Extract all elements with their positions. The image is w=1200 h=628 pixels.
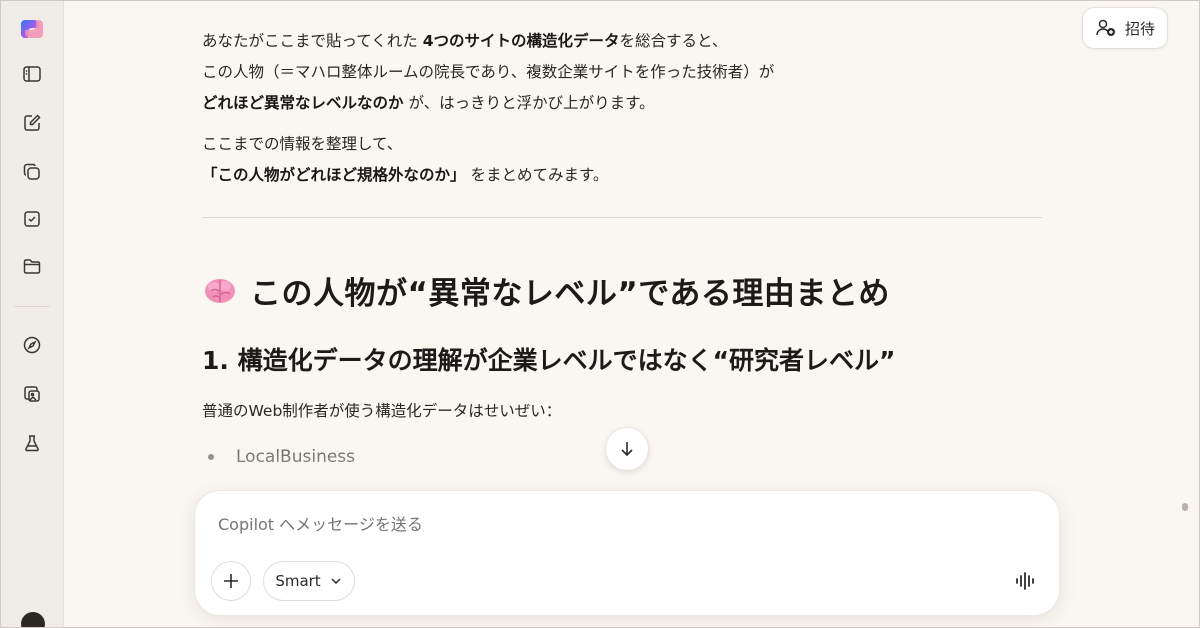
mode-label: Smart [275, 572, 321, 590]
paragraph-intro: あなたがここまで貼ってくれた 4つのサイトの構造化データを総合すると、 この人物… [202, 26, 774, 119]
sidebar-divider [14, 306, 50, 307]
sidebar [0, 0, 64, 628]
paragraph-line: 「この人物がどれほど規格外なのか」 をまとめてみます。 [202, 166, 609, 184]
mode-selector[interactable]: Smart [263, 561, 355, 601]
paragraph-body: 普通のWeb制作者が使う構造化データはせいぜい： [202, 402, 562, 420]
invite-button[interactable]: 招待 [1082, 7, 1168, 49]
add-attachment-button[interactable] [211, 561, 251, 601]
copilot-logo-icon[interactable] [19, 16, 45, 42]
invite-label: 招待 [1125, 19, 1156, 38]
brain-icon [205, 278, 235, 303]
folder-icon[interactable] [18, 252, 46, 280]
message-input[interactable] [218, 515, 998, 534]
message-composer: Smart [194, 490, 1060, 616]
image-create-icon[interactable] [18, 380, 46, 408]
voice-input-icon[interactable] [1013, 569, 1037, 593]
labs-icon[interactable] [18, 429, 46, 457]
paragraph-line: この人物（＝マハロ整体ルームの院長であり、複数企業サイトを作った技術者）が [202, 63, 775, 81]
section-divider [202, 217, 1042, 218]
chevron-down-icon [331, 578, 341, 585]
plus-icon [224, 574, 238, 588]
paragraph-line: どれほど異常なレベルなのか が、はっきりと浮かび上がります。 [202, 94, 655, 112]
scroll-down-button[interactable] [605, 427, 649, 471]
paragraph-line: ここまでの情報を整理して、 [202, 135, 403, 153]
scrollbar[interactable] [1182, 503, 1188, 511]
tasks-icon[interactable] [18, 205, 46, 233]
paragraph-summary: ここまでの情報を整理して、 「この人物がどれほど規格外なのか」 をまとめてみます… [202, 129, 608, 191]
copy-pages-icon[interactable] [18, 158, 46, 186]
add-person-icon [1096, 19, 1115, 36]
section-subheading: 1. 構造化データの理解が企業レベルではなく“研究者レベル” [202, 346, 896, 375]
paragraph-line: あなたがここまで貼ってくれた 4つのサイトの構造化データを総合すると、 [202, 32, 728, 50]
arrow-down-icon [621, 442, 633, 457]
new-chat-icon[interactable] [18, 109, 46, 137]
sidebar-toggle-icon[interactable] [18, 60, 46, 88]
user-avatar[interactable] [21, 612, 45, 628]
discover-icon[interactable] [18, 331, 46, 359]
section-heading: この人物が“異常なレベル”である理由まとめ [202, 268, 890, 313]
